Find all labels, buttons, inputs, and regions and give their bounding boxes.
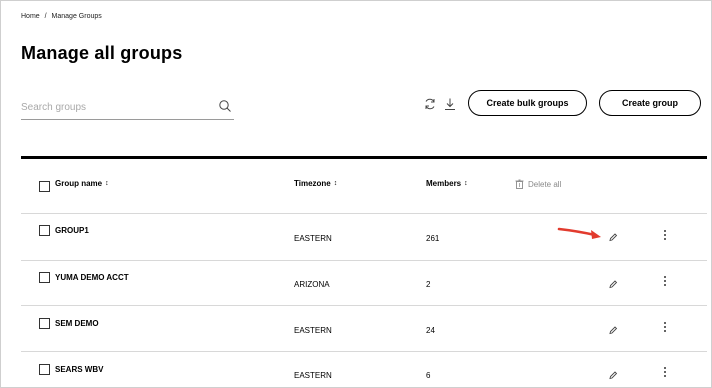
column-header-members[interactable]: Members ↕ <box>426 179 468 188</box>
row-divider <box>21 213 707 214</box>
column-header-label: Group name <box>55 179 103 188</box>
create-group-button[interactable]: Create group <box>599 90 701 116</box>
timezone-cell: ARIZONA <box>294 280 330 289</box>
timezone-cell: EASTERN <box>294 371 332 380</box>
more-options-icon[interactable] <box>663 367 667 379</box>
more-options-icon[interactable] <box>663 230 667 242</box>
group-name-cell[interactable]: SEARS WBV <box>55 365 103 374</box>
search-icon[interactable] <box>218 99 232 113</box>
row-divider <box>21 305 707 306</box>
search-field <box>21 97 234 120</box>
sort-icon: ↕ <box>105 180 109 187</box>
breadcrumb-home[interactable]: Home <box>21 13 40 20</box>
app-window: Home / Manage Groups Manage all groups C… <box>0 0 712 388</box>
members-cell: 261 <box>426 234 440 243</box>
refresh-icon[interactable] <box>423 97 437 111</box>
edit-pencil-icon[interactable] <box>608 279 618 289</box>
column-header-label: Members <box>426 179 462 188</box>
create-bulk-groups-button[interactable]: Create bulk groups <box>468 90 587 116</box>
timezone-cell: EASTERN <box>294 326 332 335</box>
breadcrumb: Home / Manage Groups <box>21 13 105 20</box>
row-checkbox[interactable] <box>39 272 50 283</box>
members-cell: 2 <box>426 280 431 289</box>
row-checkbox[interactable] <box>39 364 50 375</box>
delete-all-label: Delete all <box>528 179 562 189</box>
edit-pencil-icon[interactable] <box>608 232 618 242</box>
breadcrumb-current: Manage Groups <box>51 13 102 20</box>
row-divider <box>21 351 707 352</box>
group-name-cell[interactable]: YUMA DEMO ACCT <box>55 273 129 282</box>
edit-pencil-icon[interactable] <box>608 370 618 380</box>
row-divider <box>21 260 707 261</box>
table-top-rule <box>21 156 707 159</box>
group-name-cell[interactable]: SEM DEMO <box>55 319 99 328</box>
more-options-icon[interactable] <box>663 322 667 334</box>
red-arrow-annotation <box>557 227 601 239</box>
sort-icon: ↕ <box>464 180 468 187</box>
column-header-timezone[interactable]: Timezone ↕ <box>294 179 337 188</box>
more-options-icon[interactable] <box>663 276 667 288</box>
select-all-checkbox[interactable] <box>39 181 50 192</box>
delete-all-button[interactable]: Delete all <box>515 179 561 189</box>
timezone-cell: EASTERN <box>294 234 332 243</box>
members-cell: 24 <box>426 326 435 335</box>
edit-pencil-icon[interactable] <box>608 325 618 335</box>
group-name-cell[interactable]: GROUP1 <box>55 226 89 235</box>
trash-icon <box>515 179 524 189</box>
column-header-label: Timezone <box>294 179 331 188</box>
members-cell: 6 <box>426 371 431 380</box>
breadcrumb-separator: / <box>44 13 47 20</box>
download-icon[interactable] <box>443 97 457 111</box>
page-title: Manage all groups <box>21 43 183 63</box>
sort-icon: ↕ <box>333 180 338 187</box>
row-checkbox[interactable] <box>39 225 50 236</box>
search-input[interactable] <box>21 98 201 113</box>
row-checkbox[interactable] <box>39 318 50 329</box>
column-header-group-name[interactable]: Group name ↕ <box>55 179 109 188</box>
